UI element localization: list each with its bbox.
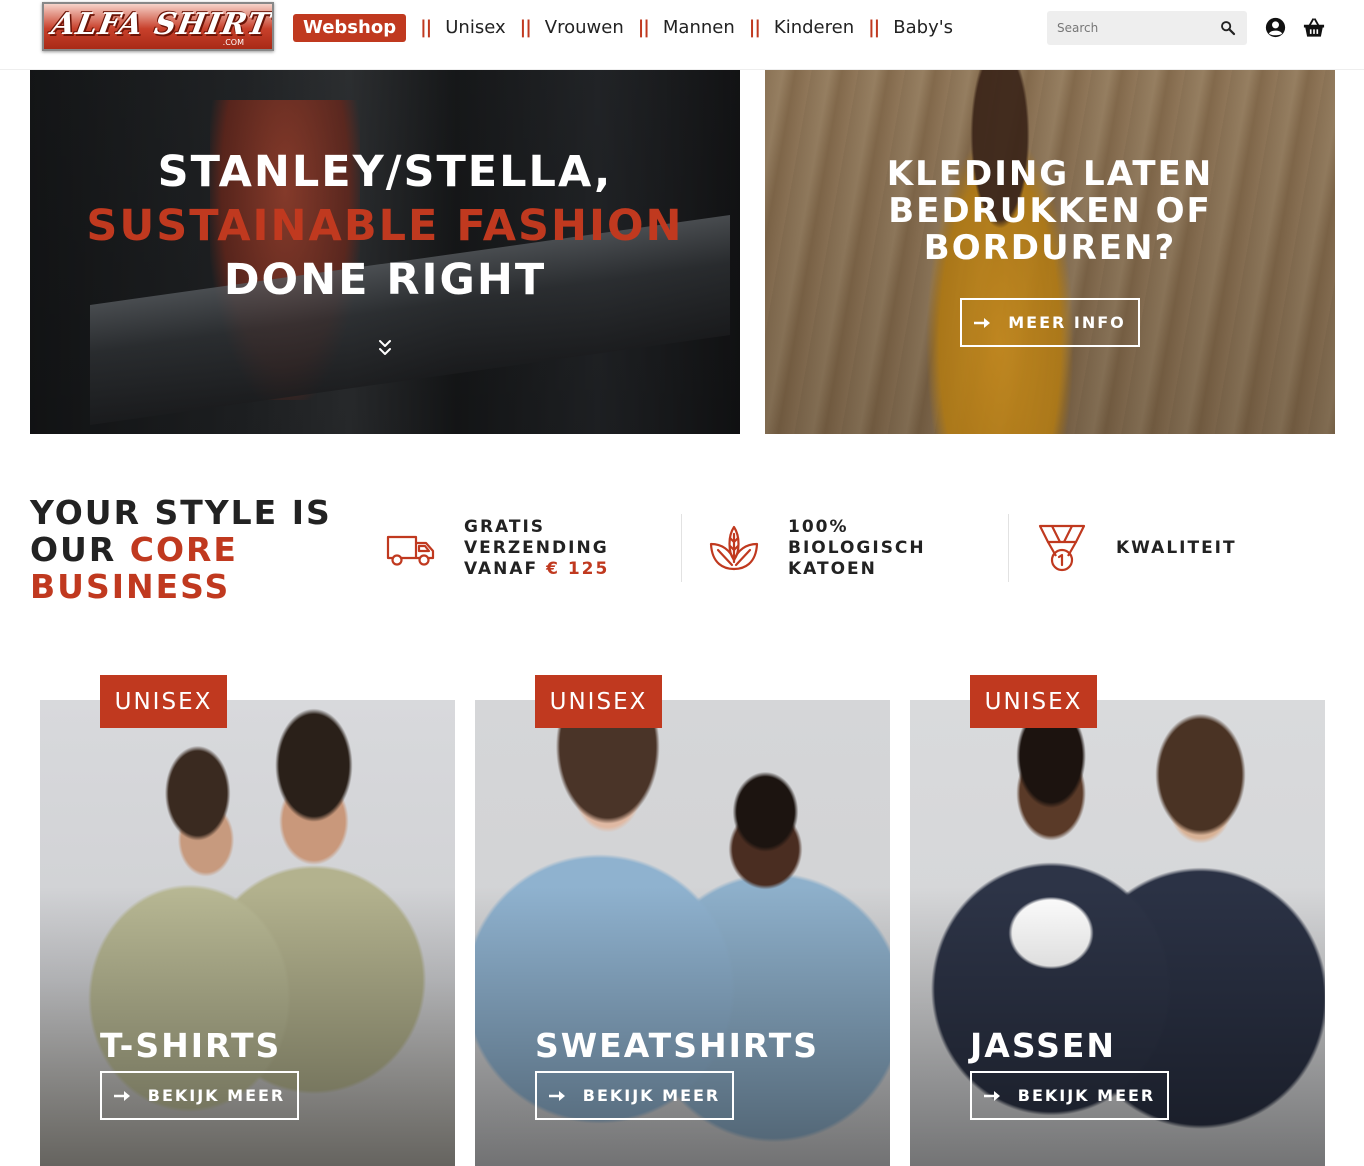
hero-headline-line1: STANLEY/STELLA,: [157, 147, 613, 197]
button-label: BEKIJK MEER: [147, 1086, 286, 1105]
category-badge: UNISEX: [970, 675, 1097, 728]
hero-banner-stanley-stella[interactable]: STANLEY/STELLA, SUSTAINABLE FASHION DONE…: [30, 70, 740, 434]
double-chevron-down-icon[interactable]: [377, 338, 393, 358]
feature-text: GRATIS VERZENDING VANAF € 125: [464, 517, 609, 580]
medal-icon: [1038, 524, 1086, 572]
feature-line: VERZENDING: [464, 537, 609, 558]
logo[interactable]: ALFA SHIRT .COM: [42, 2, 274, 51]
arrow-right-icon: [113, 1090, 130, 1101]
category-title: T-SHIRTS: [100, 1026, 282, 1065]
feature-line: 100%: [788, 516, 849, 537]
nav-item-webshop[interactable]: Webshop: [293, 14, 407, 42]
user-icon[interactable]: [1265, 17, 1286, 38]
hero-headline-line3: DONE RIGHT: [223, 255, 547, 305]
hero-banner-printing: KLEDING LATEN BEDRUKKEN OF BORDUREN? MEE…: [765, 70, 1335, 434]
leaf-icon: [709, 525, 759, 571]
core-title-line2: OUR CORE: [30, 531, 370, 568]
category-badge: UNISEX: [535, 675, 662, 728]
nav-item-vrouwen[interactable]: Vrouwen: [545, 14, 624, 42]
nav-separator: ||: [748, 17, 761, 38]
main-nav: Webshop || Unisex || Vrouwen || Mannen |…: [293, 14, 953, 42]
feature-line-dark: VANAF: [464, 558, 547, 579]
truck-icon: [386, 535, 435, 566]
nav-item-kinderen[interactable]: Kinderen: [774, 14, 854, 42]
meer-info-label: MEER INFO: [1008, 313, 1126, 332]
printing-title-line2: BEDRUKKEN OF: [888, 191, 1212, 231]
nav-item-babys[interactable]: Baby's: [893, 14, 953, 42]
bekijk-meer-button[interactable]: BEKIJK MEER: [100, 1071, 299, 1120]
search-input[interactable]: [1047, 11, 1217, 45]
feature-line: BIOLOGISCH: [788, 537, 926, 558]
hero-headline-line2: SUSTAINABLE FASHION: [86, 201, 684, 251]
nav-separator: ||: [420, 17, 432, 38]
search-box: [1047, 11, 1247, 45]
meer-info-button[interactable]: MEER INFO: [960, 298, 1140, 347]
feature-line: VANAF € 125: [464, 559, 609, 580]
feature-price: € 125: [546, 558, 610, 579]
bekijk-meer-button[interactable]: BEKIJK MEER: [535, 1071, 734, 1120]
bekijk-meer-button[interactable]: BEKIJK MEER: [970, 1071, 1169, 1120]
core-title-line2-dark: OUR: [30, 530, 130, 569]
search-icon[interactable]: [1219, 19, 1237, 37]
feature-quality: KWALITEIT: [1036, 514, 1237, 582]
nav-item-unisex[interactable]: Unisex: [445, 14, 505, 42]
core-business-title: YOUR STYLE IS OUR CORE BUSINESS: [30, 494, 370, 605]
hero-headline: STANLEY/STELLA, SUSTAINABLE FASHION DONE…: [30, 145, 740, 307]
arrow-right-icon: [548, 1090, 565, 1101]
feature-organic-cotton: 100% BIOLOGISCH KATOEN: [708, 514, 926, 582]
category-card-tshirts[interactable]: T-SHIRTS BEKIJK MEER: [40, 700, 455, 1166]
feature-text: 100% BIOLOGISCH KATOEN: [788, 517, 926, 580]
printing-title: KLEDING LATEN BEDRUKKEN OF BORDUREN?: [765, 156, 1335, 267]
printing-title-line1: KLEDING LATEN: [886, 154, 1214, 194]
nav-separator: ||: [637, 17, 650, 38]
category-title: SWEATSHIRTS: [535, 1026, 820, 1065]
button-label: BEKIJK MEER: [582, 1086, 721, 1105]
category-card-jassen[interactable]: JASSEN BEKIJK MEER: [910, 700, 1325, 1166]
feature-text: KWALITEIT: [1116, 538, 1237, 559]
logo-suffix: .COM: [222, 38, 244, 47]
category-badge: UNISEX: [100, 675, 227, 728]
arrow-right-icon: [983, 1090, 1000, 1101]
button-label: BEKIJK MEER: [1017, 1086, 1156, 1105]
printing-title-line3: BORDUREN?: [923, 228, 1177, 268]
feature-line: KWALITEIT: [1116, 537, 1237, 558]
arrow-right-icon: [974, 317, 991, 328]
site-header: ALFA SHIRT .COM Webshop || Unisex || Vro…: [0, 0, 1364, 70]
divider: [681, 514, 682, 582]
logo-text: ALFA SHIRT: [48, 7, 274, 42]
category-card-sweatshirts[interactable]: SWEATSHIRTS BEKIJK MEER: [475, 700, 890, 1166]
nav-separator: ||: [868, 17, 880, 38]
feature-line: GRATIS: [464, 516, 546, 537]
feature-free-shipping: GRATIS VERZENDING VANAF € 125: [384, 514, 609, 582]
core-title-line3: BUSINESS: [30, 567, 231, 606]
nav-separator: ||: [519, 17, 532, 38]
core-title-line2-orange: CORE: [129, 530, 238, 569]
core-title-line1: YOUR STYLE IS: [30, 493, 332, 532]
category-title: JASSEN: [970, 1026, 1117, 1065]
divider: [1008, 514, 1009, 582]
basket-icon[interactable]: [1303, 17, 1325, 38]
feature-line: KATOEN: [788, 558, 877, 579]
nav-item-mannen[interactable]: Mannen: [663, 14, 735, 42]
